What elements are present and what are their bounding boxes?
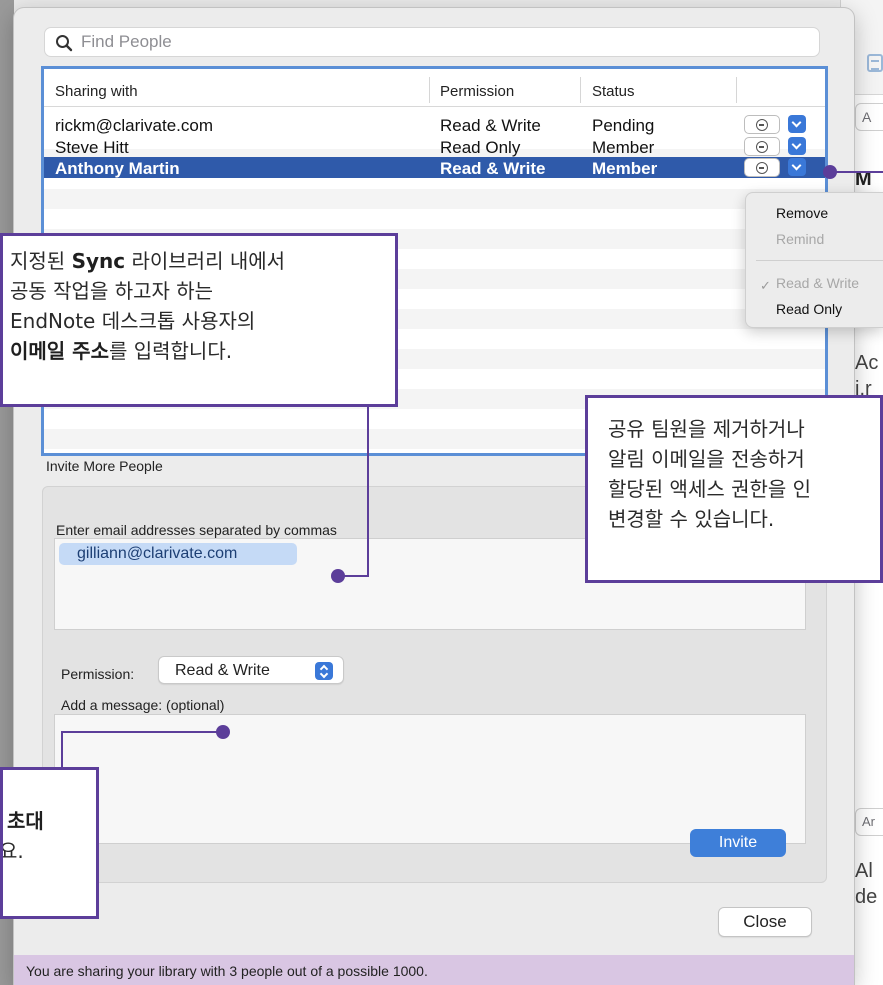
connector-line [829, 171, 883, 173]
connector-dot [823, 165, 837, 179]
callout-line: 초대 [7, 809, 44, 833]
menu-item-read-only[interactable]: Read Only [776, 301, 842, 317]
callout-line: 변경할 수 있습니다. [608, 507, 775, 531]
close-button[interactable]: Close [718, 907, 812, 937]
invite-button[interactable]: Invite [690, 829, 786, 857]
message-field[interactable] [54, 714, 806, 844]
callout-email-instructions: 지정된 Sync 라이브러리 내에서 공동 작업을 하고자 하는 EndNote… [0, 233, 398, 407]
member-action-menu: Remove Remind ✓ Read & Write Read Only [745, 192, 883, 328]
connector-dot [216, 725, 230, 739]
member-name: Steve Hitt [55, 138, 129, 157]
row-action-button[interactable] [744, 115, 780, 134]
find-people-search[interactable] [44, 27, 820, 57]
connector-line [61, 731, 63, 769]
more-options-icon [756, 141, 768, 153]
email-token[interactable]: gilliann@clarivate.com [59, 543, 297, 565]
member-permission: Read Only [440, 138, 521, 157]
chevron-down-icon[interactable] [788, 115, 806, 133]
callout-line: 요. [0, 839, 24, 863]
more-options-icon [756, 162, 768, 174]
background-text: Ac [855, 352, 879, 374]
table-header: Sharing with Permission Status [44, 69, 825, 107]
connector-line [367, 405, 369, 577]
member-permission: Read & Write [440, 159, 546, 178]
select-stepper-icon [315, 662, 333, 680]
column-header-permission[interactable]: Permission [440, 83, 514, 100]
row-actions [744, 115, 808, 134]
sharing-status-text: You are sharing your library with 3 peop… [26, 963, 428, 979]
callout-line: EndNote 데스크톱 사용자의 [10, 309, 256, 333]
background-heading: M [855, 168, 872, 190]
more-options-icon [756, 119, 768, 131]
search-icon [56, 35, 73, 52]
callout-line: 알림 이메일을 전송하거 [608, 447, 805, 471]
background-field: A [855, 103, 883, 131]
connector-dot [331, 569, 345, 583]
chevron-down-icon[interactable] [788, 137, 806, 155]
permission-label: Permission: [61, 666, 135, 682]
row-action-button[interactable] [744, 137, 780, 156]
callout-team-management: 공유 팀원을 제거하거나 알림 이메일을 전송하거 할당된 액세스 권한을 인 … [585, 395, 883, 583]
document-icon [867, 54, 883, 72]
message-label: Add a message: (optional) [61, 697, 225, 713]
callout-line: 공동 작업을 하고자 하는 [10, 279, 214, 303]
menu-item-read-write: Read & Write [776, 275, 859, 291]
row-actions [744, 158, 808, 177]
background-text: Al [855, 860, 873, 882]
callout-invite: 초대 요. [0, 767, 99, 919]
member-status: Member [592, 159, 658, 178]
member-name: Anthony Martin [55, 159, 180, 178]
callout-line: 할당된 액세스 권한을 인 [608, 477, 812, 501]
menu-separator [756, 260, 883, 261]
menu-item-remind: Remind [776, 231, 825, 247]
search-input[interactable] [81, 31, 801, 53]
email-field-label: Enter email addresses separated by comma… [56, 522, 337, 538]
member-name: rickm@clarivate.com [55, 116, 213, 135]
column-header-status[interactable]: Status [592, 83, 635, 100]
background-text: de [855, 886, 878, 908]
checkmark-icon: ✓ [760, 278, 771, 293]
member-status: Pending [592, 116, 655, 135]
member-permission: Read & Write [440, 116, 541, 135]
column-header-sharing-with[interactable]: Sharing with [55, 83, 138, 100]
permission-value: Read & Write [175, 662, 270, 679]
member-status: Member [592, 138, 655, 157]
callout-line: 공유 팀원을 제거하거나 [608, 417, 805, 441]
status-bar: You are sharing your library with 3 peop… [14, 955, 854, 985]
permission-select[interactable]: Read & Write [158, 656, 344, 684]
background-field: Ar [855, 808, 883, 836]
row-actions [744, 137, 808, 156]
table-row-selected[interactable]: Anthony Martin Read & Write Member [44, 157, 825, 178]
callout-line: 지정된 Sync 라이브러리 내에서 [10, 249, 286, 273]
invite-section-title: Invite More People [46, 458, 163, 474]
connector-line [342, 575, 369, 577]
table-row[interactable]: Steve Hitt Read Only Member [44, 136, 825, 157]
callout-line: 이메일 주소를 입력합니다. [10, 339, 233, 363]
row-action-button[interactable] [744, 158, 780, 177]
connector-line [61, 731, 225, 733]
table-row[interactable]: rickm@clarivate.com Read & Write Pending [44, 114, 825, 135]
chevron-down-icon[interactable] [788, 158, 806, 176]
menu-item-remove[interactable]: Remove [776, 205, 828, 221]
